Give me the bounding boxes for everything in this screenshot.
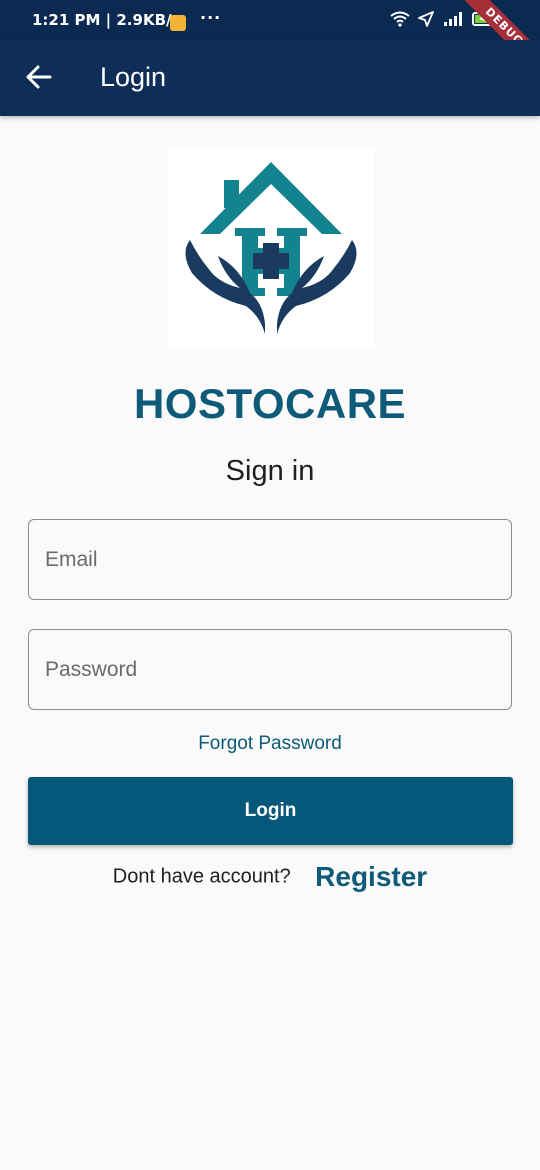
login-button[interactable]: Login	[28, 777, 513, 845]
register-row: Dont have account? Register	[0, 861, 540, 893]
back-arrow-icon[interactable]	[24, 62, 54, 92]
more-notifications-icon: ···	[200, 8, 222, 27]
status-time: 1:21 PM | 2.9KB/s	[32, 11, 181, 29]
forgot-password-link[interactable]: Forgot Password	[0, 733, 540, 755]
brand-name: HOSTOCARE	[133, 380, 407, 427]
password-field[interactable]	[28, 629, 512, 710]
logo-house-hands-icon	[185, 162, 357, 334]
page-title: Login	[100, 62, 167, 92]
sign-in-heading: Sign in	[225, 455, 315, 487]
app-logo	[168, 148, 374, 348]
register-prompt: Dont have account?	[112, 865, 291, 888]
status-bar: 1:21 PM | 2.9KB/s ··· 40 DEBUG	[0, 0, 540, 83]
signal-icon	[444, 12, 462, 26]
wifi-icon	[390, 11, 410, 27]
location-icon	[418, 11, 434, 27]
register-link[interactable]: Register	[315, 861, 427, 892]
notification-icon	[170, 15, 186, 31]
app-bar: Login	[0, 40, 540, 116]
email-field[interactable]	[28, 519, 512, 600]
